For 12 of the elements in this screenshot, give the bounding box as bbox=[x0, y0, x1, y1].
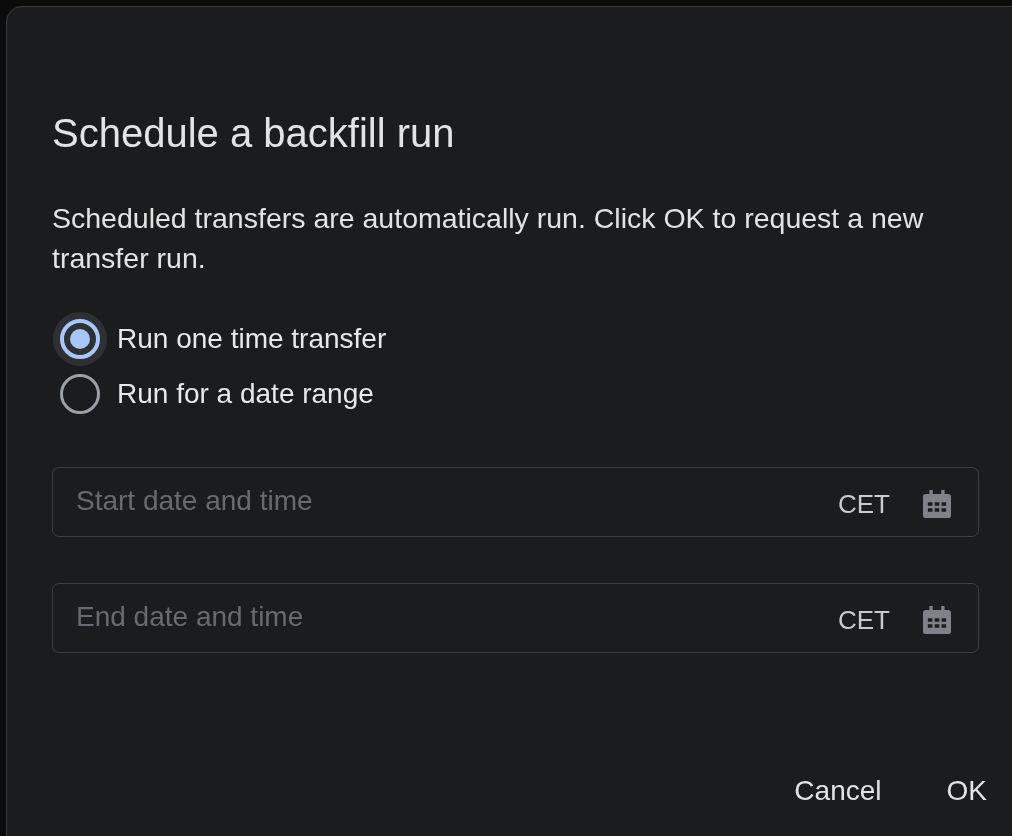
calendar-icon[interactable] bbox=[923, 489, 951, 518]
dialog-button[interactable]: Cancel bbox=[782, 763, 894, 819]
timezone-label: CET bbox=[838, 603, 890, 636]
radio-button[interactable] bbox=[60, 373, 100, 414]
calendar-icon[interactable] bbox=[923, 605, 951, 634]
dialog-description: Scheduled transfers are automatically run. Click OK to request a new transfer run. bbox=[52, 201, 925, 276]
radio-button[interactable] bbox=[53, 311, 107, 366]
radio-label[interactable]: Run for a date range bbox=[117, 376, 374, 411]
dialog-button[interactable]: OK bbox=[934, 763, 999, 819]
dialog-title: Schedule a backfill run bbox=[52, 110, 455, 157]
radio-label[interactable]: Run one time transfer bbox=[117, 321, 387, 356]
timezone-label: CET bbox=[838, 487, 890, 520]
